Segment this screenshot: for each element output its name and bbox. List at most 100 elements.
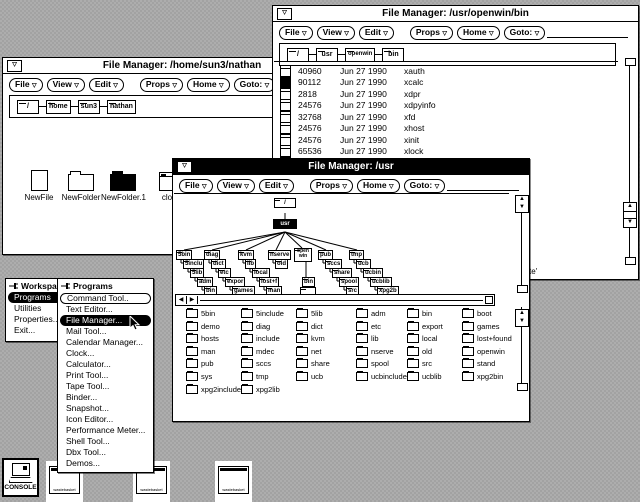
tree-node-src[interactable]: src	[346, 286, 359, 294]
menu-item-tapetool[interactable]: Tape Tool...	[60, 381, 151, 392]
scroll-right-icon[interactable]: ▶	[187, 296, 198, 304]
menu-button-view[interactable]: View ▽	[317, 26, 355, 40]
menu-button-props[interactable]: Props ▽	[310, 179, 353, 193]
folder-item-bin[interactable]: bin	[407, 309, 432, 318]
folder-item-etc[interactable]: etc	[356, 322, 381, 331]
path-button-sun3[interactable]: sun3	[78, 100, 100, 114]
menu-item-utilities[interactable]: Utilities	[8, 303, 62, 314]
folder-item-tmp[interactable]: tmp	[241, 372, 269, 381]
folder-item-demo[interactable]: demo	[186, 322, 220, 331]
folder-item-ucb[interactable]: ucb	[296, 372, 323, 381]
menu-item-properties[interactable]: Properties...	[8, 314, 62, 325]
folder-item-mdec[interactable]: mdec	[241, 347, 274, 356]
folder-item-kvm[interactable]: kvm	[296, 334, 325, 343]
folder-item-5lib[interactable]: 5lib	[296, 309, 323, 318]
folder-item-dict[interactable]: dict	[296, 322, 323, 331]
file-row[interactable]: 2818Jun 27 1990xdpr	[274, 88, 618, 100]
scroll-left-icon[interactable]: ◀	[176, 296, 187, 304]
folder-item-net[interactable]: net	[296, 347, 321, 356]
menu-item-clock[interactable]: Clock...	[60, 348, 151, 359]
scroll-down-icon[interactable]: ▼	[516, 318, 528, 326]
tree-node-bin[interactable]: bin	[302, 277, 315, 287]
tree-node-selected[interactable]: usr	[273, 219, 297, 229]
folder-item-lib[interactable]: lib	[356, 334, 379, 343]
tree-node-games[interactable]: games	[232, 286, 255, 294]
folder-item-xpg2bin[interactable]: xpg2bin	[462, 372, 503, 381]
console-icon[interactable]: CONSOLE	[2, 458, 39, 497]
scroll-up-icon[interactable]: ▲	[516, 310, 528, 318]
path-button-openwin[interactable]: openwin	[345, 48, 375, 62]
window-menu-button[interactable]: ▽	[7, 60, 22, 72]
file-row[interactable]: 40960Jun 27 1990xauth	[274, 65, 618, 77]
menu-item-binder[interactable]: Binder...	[60, 392, 151, 403]
menu-button-goto[interactable]: Goto: ▽	[234, 78, 276, 92]
goto-input[interactable]	[547, 28, 628, 38]
scrollbar-bottom-anchor[interactable]	[517, 285, 528, 293]
menu-item-demos[interactable]: Demos...	[60, 458, 151, 469]
folder-item-local[interactable]: local	[407, 334, 437, 343]
tree-node-openwin[interactable]: openwin	[294, 248, 312, 262]
tree-node-bin[interactable]: bin	[204, 286, 217, 294]
menu-button-goto[interactable]: Goto: ▽	[504, 26, 546, 40]
grid-vertical-scrollbar[interactable]: ▲ ▼	[515, 305, 528, 391]
folder-item-ucbinclude[interactable]: ucbinclude	[356, 372, 407, 381]
tree-node-old[interactable]: old	[275, 259, 288, 269]
menu-item-commandtool[interactable]: Command Tool..	[60, 293, 151, 304]
menu-button-view[interactable]: View ▽	[217, 179, 255, 193]
file-row[interactable]: 24576Jun 27 1990xhost	[274, 123, 618, 135]
scroll-up-icon[interactable]: ▲	[624, 203, 636, 211]
folder-item-5include[interactable]: 5include	[241, 309, 284, 318]
scrollbar-elevator[interactable]: ▲ ▼	[515, 195, 529, 213]
folder-item-hosts[interactable]: hosts	[186, 334, 219, 343]
scroll-up-icon[interactable]: ▲	[516, 196, 528, 204]
menu-item-snapshot[interactable]: Snapshot...	[60, 403, 151, 414]
scrollbar-bottom-anchor[interactable]	[517, 383, 528, 391]
file-icon-newfile[interactable]: NewFile	[17, 170, 61, 202]
menu-item-texteditor[interactable]: Text Editor...	[60, 304, 151, 315]
menu-button-edit[interactable]: Edit ▽	[89, 78, 124, 92]
folder-item-stand[interactable]: stand	[462, 359, 495, 368]
scrollbar-top-anchor[interactable]	[625, 58, 636, 66]
menu-item-programs[interactable]: Programs	[8, 292, 62, 303]
vertical-scrollbar[interactable]: ▲ ▼	[623, 56, 636, 265]
folder-item-sccs[interactable]: sccs	[241, 359, 271, 368]
file-row[interactable]: 90112Jun 27 1990xcalc	[274, 77, 618, 89]
menu-button-props[interactable]: Props ▽	[140, 78, 183, 92]
path-button-[interactable]: /	[287, 48, 309, 62]
scroll-drag-handle[interactable]	[624, 211, 636, 219]
path-button-[interactable]: /	[17, 100, 39, 114]
window-menu-button[interactable]: ▽	[177, 161, 192, 173]
menu-item-exit[interactable]: Exit...	[8, 325, 62, 336]
horizontal-scrollbar[interactable]: ◀ ▶	[175, 294, 495, 306]
folder-item-diag[interactable]: diag	[241, 322, 270, 331]
menu-button-view[interactable]: View ▽	[47, 78, 85, 92]
path-button-usr[interactable]: usr	[316, 48, 338, 62]
folder-item-xpg2include[interactable]: xpg2include	[186, 385, 241, 394]
menu-item-performancemeter[interactable]: Performance Meter...	[60, 425, 151, 436]
menu-button-edit[interactable]: Edit ▽	[259, 179, 294, 193]
menu-button-home[interactable]: Home ▽	[187, 78, 230, 92]
folder-item-old[interactable]: old	[407, 347, 432, 356]
folder-item-spool[interactable]: spool	[356, 359, 389, 368]
folder-item-ucblib[interactable]: ucblib	[407, 372, 442, 381]
menu-button-file[interactable]: File ▽	[279, 26, 313, 40]
pushpin-icon[interactable]	[61, 282, 71, 290]
tree-node-unnamed[interactable]	[300, 287, 316, 294]
scroll-down-icon[interactable]: ▼	[516, 204, 528, 212]
path-button-bin[interactable]: bin	[382, 48, 404, 62]
path-button-nathan[interactable]: nathan	[107, 100, 136, 114]
menu-button-home[interactable]: Home ▽	[457, 26, 500, 40]
folder-item-openwin[interactable]: openwin	[462, 347, 505, 356]
file-row[interactable]: 32768Jun 27 1990xfd	[274, 111, 618, 123]
menu-item-printtool[interactable]: Print Tool...	[60, 370, 151, 381]
file-row[interactable]: 24576Jun 27 1990xinit	[274, 134, 618, 146]
menu-button-home[interactable]: Home ▽	[357, 179, 400, 193]
tree-vertical-scrollbar[interactable]: ▲ ▼	[515, 193, 528, 293]
folder-item-adm[interactable]: adm	[356, 309, 386, 318]
menu-button-file[interactable]: File ▽	[179, 179, 213, 193]
tree-node-root[interactable]: /	[274, 198, 296, 208]
tree-node-xpg2b[interactable]: xpg2b	[377, 286, 399, 294]
window-menu-button[interactable]: ▽	[277, 8, 292, 20]
folder-item-5bin[interactable]: 5bin	[186, 309, 215, 318]
folder-item-games[interactable]: games	[462, 322, 500, 331]
